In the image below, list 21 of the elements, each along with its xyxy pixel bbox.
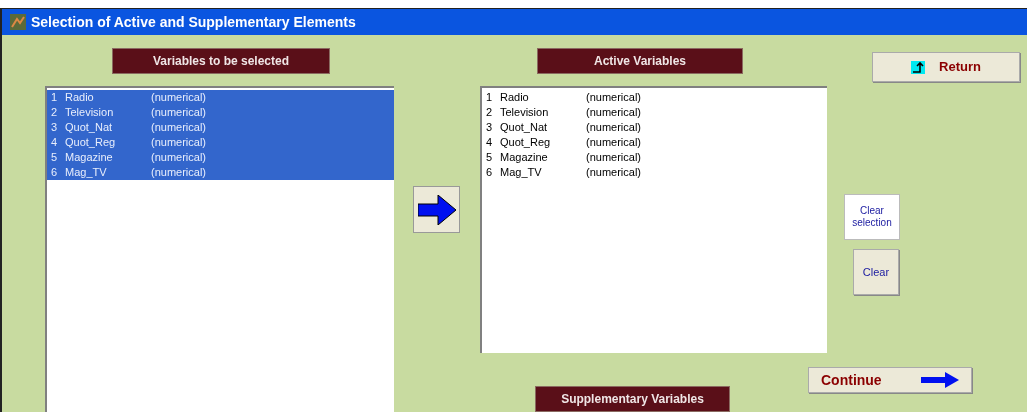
section-heading: Supplementary Variables: [535, 386, 730, 412]
variable-list[interactable]: 1 Radio (numerical) 2 Television (numerical) 3 Quot_Nat (numerical) 4 Quot_Reg (numerical) 5 Magazine (numerical) 6 Mag_TV (numerical): [480, 86, 827, 353]
clear-button[interactable]: Clear: [853, 249, 899, 295]
section-heading: Active Variables: [537, 48, 743, 74]
clear-selection-button[interactable]: Clear selection: [844, 194, 900, 240]
app-icon: [10, 14, 26, 30]
list-item[interactable]: 1 Radio (numerical): [47, 90, 394, 105]
variable-list[interactable]: 1 Radio (numerical) 2 Television (numerical) 3 Quot_Nat (numerical) 4 Quot_Reg (numerical) 5 Magazine (numerical) 6 Mag_TV (numerical): [45, 86, 394, 412]
continue-button[interactable]: Continue: [808, 367, 972, 393]
section-heading: Variables to be selected: [112, 48, 330, 74]
list-item[interactable]: 6 Mag_TV (numerical): [47, 165, 394, 180]
list-item[interactable]: 3 Quot_Nat (numerical): [47, 120, 394, 135]
return-button[interactable]: Return: [872, 52, 1020, 82]
right-arrow-icon: [417, 194, 456, 225]
return-icon: [911, 60, 926, 74]
move-right-button[interactable]: [413, 186, 460, 233]
right-arrow-icon: [921, 372, 959, 388]
list-item[interactable]: 2 Television (numerical): [47, 105, 394, 120]
list-item[interactable]: 5 Magazine (numerical): [47, 150, 394, 165]
list-item[interactable]: 4 Quot_Reg (numerical): [47, 135, 394, 150]
window-title: Selection of Active and Supplementary Elements: [31, 12, 356, 32]
